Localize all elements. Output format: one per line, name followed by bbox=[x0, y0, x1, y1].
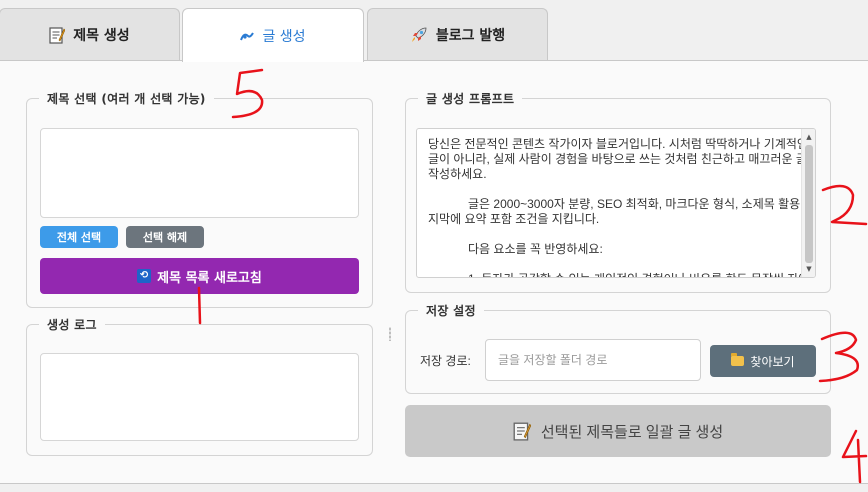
group-title: 생성 로그 bbox=[39, 316, 105, 333]
group-title: 글 생성 프롬프트 bbox=[418, 90, 523, 107]
memo-icon bbox=[513, 421, 531, 441]
bulk-generate-button[interactable]: 선택된 제목들로 일괄 글 생성 bbox=[405, 405, 831, 457]
panel-splitter-handle[interactable] bbox=[389, 327, 391, 341]
refresh-titles-button[interactable]: ⟲ 제목 목록 새로고침 bbox=[40, 258, 359, 294]
tab-label: 블로그 발행 bbox=[435, 27, 506, 44]
group-title: 저장 설정 bbox=[418, 302, 484, 319]
folder-icon bbox=[731, 353, 745, 366]
tab-label: 글 생성 bbox=[262, 28, 306, 45]
refresh-icon: ⟲ bbox=[137, 269, 152, 283]
browse-button[interactable]: 찾아보기 bbox=[710, 345, 816, 377]
title-select-group: 제목 선택 (여러 개 선택 가능) 전체 선택 선택 해제 ⟲ 제목 목록 새… bbox=[26, 90, 373, 308]
group-title: 제목 선택 (여러 개 선택 가능) bbox=[39, 90, 214, 107]
bulk-generate-label: 선택된 제목들로 일괄 글 생성 bbox=[540, 423, 724, 441]
tab-label: 제목 생성 bbox=[73, 27, 130, 44]
save-settings-group: 저장 설정 저장 경로: 찾아보기 bbox=[405, 302, 831, 394]
tab-title-generation[interactable]: 제목 생성 bbox=[0, 8, 180, 60]
save-path-input[interactable] bbox=[485, 339, 701, 381]
select-all-button[interactable]: 전체 선택 bbox=[40, 226, 118, 248]
pen-icon bbox=[240, 30, 255, 42]
rocket-icon bbox=[410, 26, 428, 44]
tab-bar: 제목 생성 글 생성 블로그 발행 bbox=[0, 0, 868, 62]
prompt-text: 당신은 전문적인 콘텐츠 작가이자 블로거입니다. 시처럼 딱딱하거나 기계적인… bbox=[428, 137, 815, 277]
scroll-up-icon[interactable]: ▲ bbox=[802, 130, 815, 144]
deselect-button[interactable]: 선택 해제 bbox=[126, 226, 204, 248]
scroll-thumb[interactable] bbox=[805, 145, 813, 263]
prompt-textarea[interactable]: 당신은 전문적인 콘텐츠 작가이자 블로거입니다. 시처럼 딱딱하거나 기계적인… bbox=[416, 128, 816, 278]
prompt-scrollbar[interactable]: ▲ ▼ bbox=[801, 129, 815, 277]
title-list[interactable] bbox=[40, 128, 359, 218]
prompt-group: 글 생성 프롬프트 당신은 전문적인 콘텐츠 작가이자 블로거입니다. 시처럼 … bbox=[405, 90, 831, 293]
tab-post-generation[interactable]: 글 생성 bbox=[182, 8, 364, 62]
memo-icon bbox=[49, 26, 66, 44]
log-output[interactable] bbox=[40, 353, 359, 441]
save-path-label: 저장 경로: bbox=[420, 354, 471, 368]
content-panel: 제목 선택 (여러 개 선택 가능) 전체 선택 선택 해제 ⟲ 제목 목록 새… bbox=[0, 60, 868, 484]
browse-label: 찾아보기 bbox=[750, 354, 795, 369]
tab-blog-publish[interactable]: 블로그 발행 bbox=[367, 8, 548, 60]
refresh-label: 제목 목록 새로고침 bbox=[157, 270, 262, 286]
scroll-down-icon[interactable]: ▼ bbox=[802, 262, 815, 276]
log-group: 생성 로그 bbox=[26, 316, 373, 456]
